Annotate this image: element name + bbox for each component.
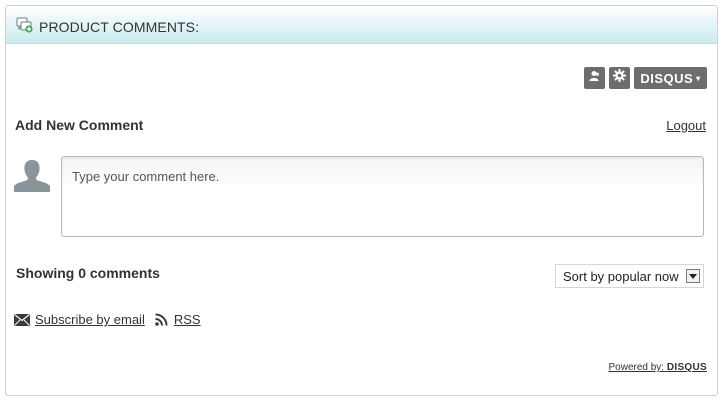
subscribe-email-link[interactable]: Subscribe by email — [35, 312, 145, 327]
powered-by-prefix: Powered by: — [608, 362, 665, 373]
disqus-toolbar: DISQUS ▾ — [584, 67, 707, 89]
powered-by-link[interactable]: Powered by: DISQUS — [608, 362, 707, 373]
panel-title: PRODUCT COMMENTS: — [39, 19, 200, 35]
user-icon — [589, 69, 601, 87]
comments-icon — [16, 17, 34, 34]
chevron-down-icon: ▾ — [696, 73, 701, 83]
gear-icon — [613, 69, 626, 87]
comment-count: Showing 0 comments — [16, 265, 160, 281]
chevron-down-icon[interactable] — [686, 269, 700, 283]
comment-input[interactable] — [61, 156, 704, 237]
mail-icon — [14, 313, 30, 326]
logout-link[interactable]: Logout — [666, 118, 706, 133]
panel-header: PRODUCT COMMENTS: — [6, 6, 717, 44]
rss-icon — [155, 313, 168, 326]
add-comment-title: Add New Comment — [15, 117, 144, 133]
settings-button[interactable] — [609, 67, 630, 89]
disqus-brand-label: DISQUS — [640, 70, 694, 86]
rss-link[interactable]: RSS — [174, 312, 201, 327]
user-menu-button[interactable] — [584, 67, 605, 89]
comments-panel: PRODUCT COMMENTS: DISQUS ▾ Add New Comme… — [5, 5, 718, 396]
sort-select[interactable]: Sort by popular now — [555, 264, 704, 288]
disqus-menu-button[interactable]: DISQUS ▾ — [634, 67, 707, 89]
subscribe-row: Subscribe by email RSS — [14, 312, 201, 327]
sort-selected-label: Sort by popular now — [563, 268, 679, 284]
powered-by-brand: DISQUS — [666, 362, 707, 373]
avatar-icon — [14, 156, 50, 192]
